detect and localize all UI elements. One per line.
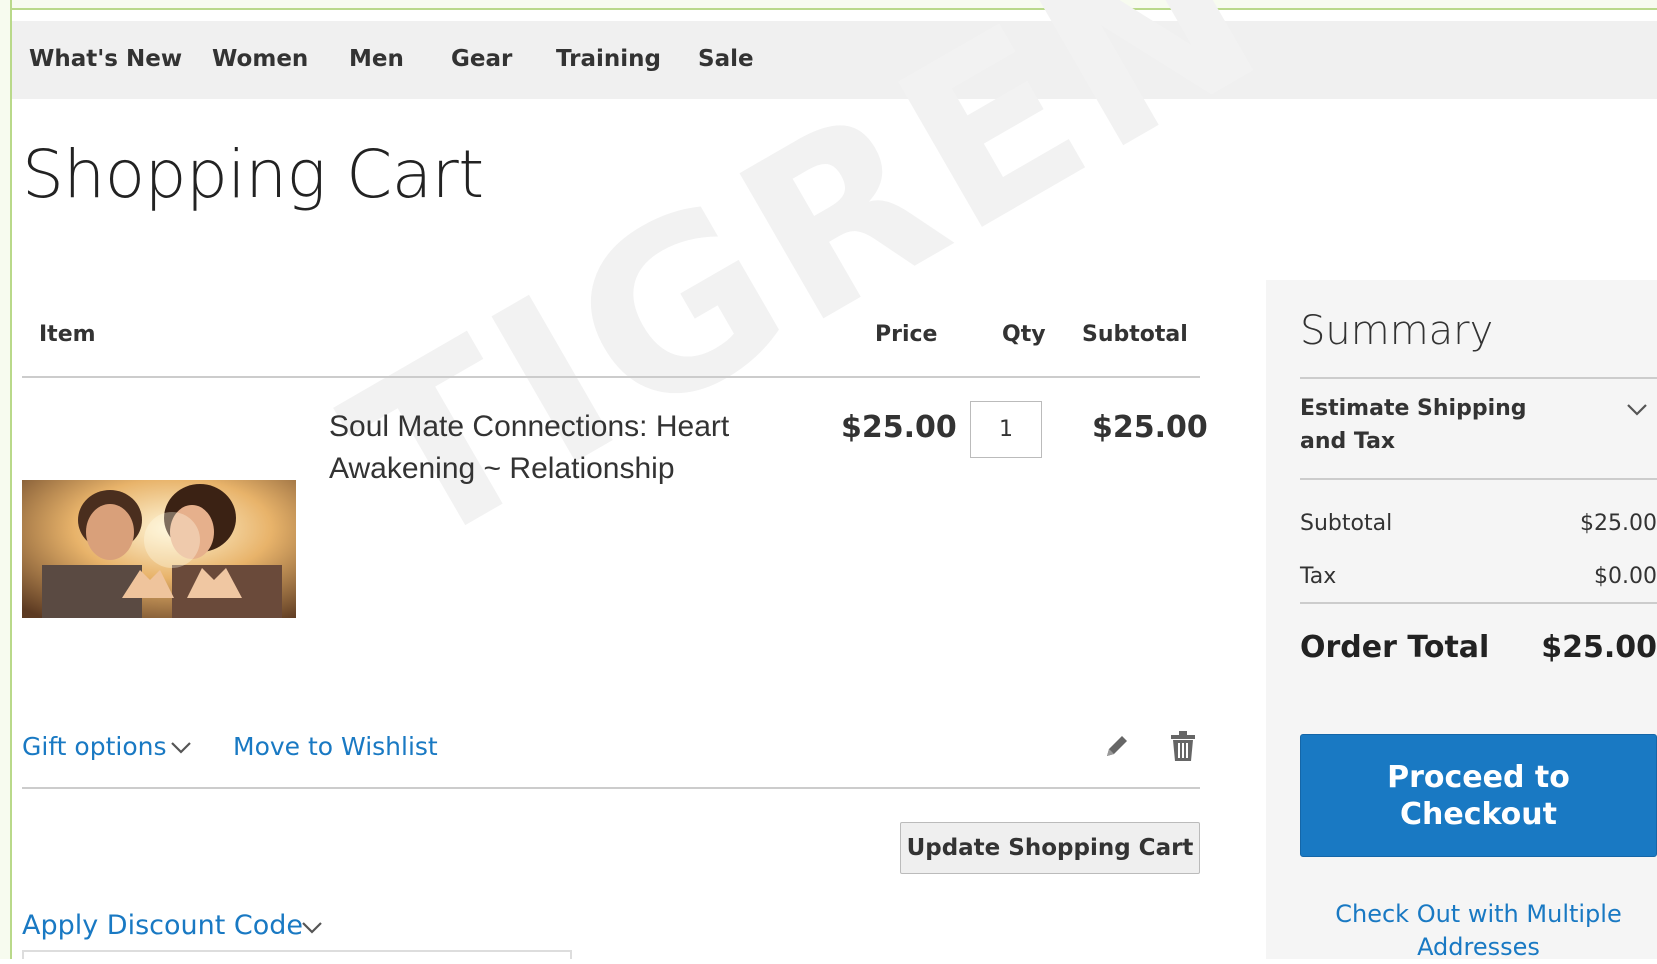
order-total-value: $25.00: [1541, 630, 1657, 665]
summary-subtotal-label: Subtotal: [1300, 511, 1393, 536]
update-shopping-cart-button[interactable]: Update Shopping Cart: [900, 822, 1200, 874]
summary-subtotal-value: $25.00: [1580, 511, 1657, 536]
table-header-divider: [22, 376, 1200, 378]
move-to-wishlist-link[interactable]: Move to Wishlist: [233, 732, 438, 761]
order-summary: Summary Estimate Shipping and Tax Subtot…: [1266, 280, 1657, 961]
order-total-label: Order Total: [1300, 630, 1490, 665]
column-header-qty: Qty: [1002, 322, 1046, 347]
column-header-price: Price: [875, 322, 938, 347]
browser-frame-left: [0, 0, 12, 959]
nav-item-gear[interactable]: Gear: [451, 46, 512, 72]
item-price: $25.00: [841, 410, 957, 445]
summary-title: Summary: [1300, 308, 1494, 354]
chevron-down-icon[interactable]: [170, 741, 192, 755]
page-title: Shopping Cart: [22, 136, 484, 213]
browser-frame-top: [0, 0, 1657, 10]
gift-options-toggle[interactable]: Gift options: [22, 732, 167, 761]
summary-tax-value: $0.00: [1594, 564, 1657, 589]
pencil-icon[interactable]: [1103, 732, 1131, 760]
chevron-down-icon[interactable]: [1626, 403, 1648, 417]
main-navigation: What's New Women Men Gear Training Sale: [12, 21, 1657, 99]
column-header-subtotal: Subtotal: [1082, 322, 1188, 347]
chevron-down-icon[interactable]: [301, 921, 323, 935]
nav-item-whats-new[interactable]: What's New: [29, 46, 182, 72]
product-image[interactable]: [22, 480, 296, 618]
qty-input[interactable]: [970, 401, 1042, 458]
summary-tax-label: Tax: [1300, 564, 1337, 589]
item-actions-divider: [22, 787, 1200, 789]
checkout-button-label: Proceed to Checkout: [1387, 759, 1570, 832]
estimate-shipping-toggle[interactable]: Estimate Shipping and Tax: [1300, 392, 1570, 458]
nav-item-sale[interactable]: Sale: [698, 46, 754, 72]
checkout-multiple-addresses-link[interactable]: Check Out with Multiple Addresses: [1300, 898, 1657, 964]
nav-item-men[interactable]: Men: [349, 46, 404, 72]
summary-divider: [1300, 478, 1657, 480]
summary-divider: [1300, 377, 1657, 379]
nav-item-training[interactable]: Training: [556, 46, 661, 72]
item-subtotal: $25.00: [1092, 410, 1208, 445]
column-header-item: Item: [39, 322, 96, 347]
product-name-link[interactable]: Soul Mate Connections: Heart Awakening ~…: [329, 406, 779, 490]
nav-item-women[interactable]: Women: [212, 46, 308, 72]
discount-section-border: [22, 950, 572, 959]
apply-discount-code-toggle[interactable]: Apply Discount Code: [22, 910, 303, 941]
proceed-to-checkout-button[interactable]: Proceed to Checkout: [1300, 734, 1657, 857]
couple-heart-hands-photo: [22, 480, 296, 618]
trash-icon[interactable]: [1170, 730, 1196, 762]
summary-divider: [1300, 602, 1657, 604]
